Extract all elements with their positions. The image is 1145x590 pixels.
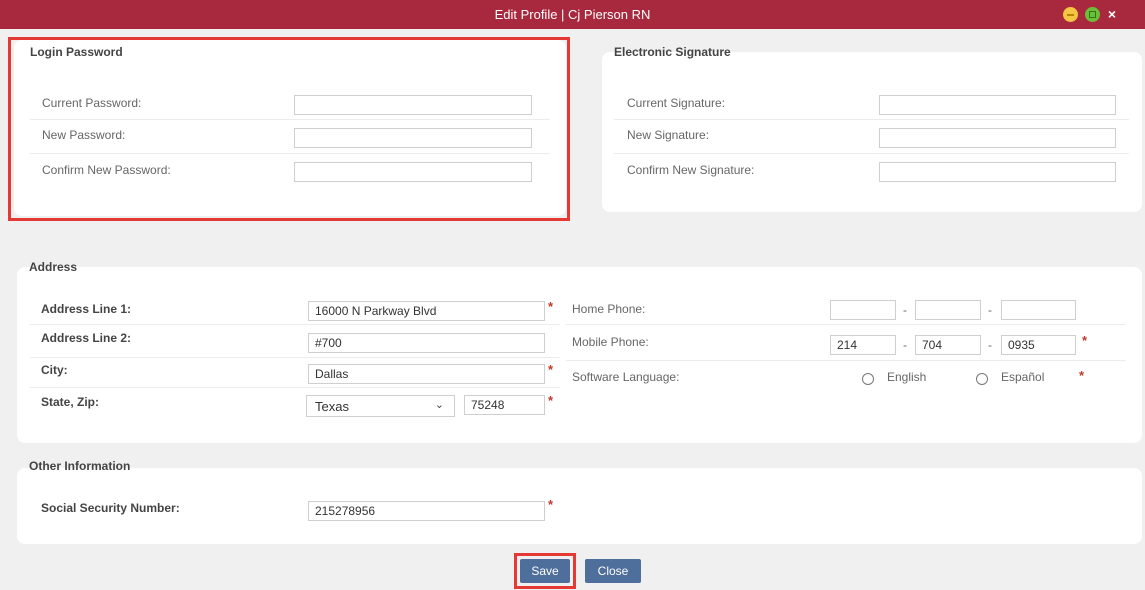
row-divider — [566, 360, 1126, 361]
state-selected-value: Texas — [315, 399, 349, 414]
other-information-panel — [17, 468, 1142, 544]
row-divider — [30, 324, 560, 325]
mobile-phone-label: Mobile Phone: — [572, 335, 649, 349]
row-divider — [566, 324, 1126, 325]
mobile-phone-line-input[interactable] — [1001, 335, 1076, 355]
row-divider — [614, 119, 1129, 120]
address-line1-input[interactable] — [308, 301, 545, 321]
phone-separator: - — [903, 338, 907, 352]
maximize-icon[interactable] — [1085, 7, 1100, 22]
other-information-title: Other Information — [29, 459, 131, 473]
zip-input[interactable] — [464, 395, 545, 415]
required-marker: * — [548, 362, 554, 377]
row-divider — [30, 387, 560, 388]
required-marker: * — [548, 393, 554, 408]
address-title: Address — [29, 260, 78, 274]
current-signature-label: Current Signature: — [627, 96, 726, 110]
espanol-option-label: Español — [1001, 370, 1045, 384]
phone-separator: - — [988, 303, 992, 317]
new-signature-input[interactable] — [879, 128, 1116, 148]
confirm-new-signature-input[interactable] — [879, 162, 1116, 182]
phone-separator: - — [988, 338, 992, 352]
home-phone-area-input[interactable] — [830, 300, 896, 320]
chevron-down-icon: ⌄ — [434, 399, 444, 411]
home-phone-label: Home Phone: — [572, 302, 646, 316]
required-marker: * — [548, 497, 554, 512]
required-marker: * — [548, 299, 554, 314]
state-select[interactable]: Texas ⌄ — [306, 395, 455, 417]
address-panel — [17, 267, 1142, 443]
city-input[interactable] — [308, 364, 545, 384]
english-radio[interactable] — [862, 373, 874, 385]
close-button[interactable]: Close — [585, 559, 641, 583]
state-zip-label: State, Zip: — [41, 395, 100, 409]
mobile-phone-prefix-input[interactable] — [915, 335, 981, 355]
close-icon[interactable]: × — [1104, 5, 1120, 23]
required-marker: * — [1082, 333, 1088, 348]
current-signature-input[interactable] — [879, 95, 1116, 115]
mobile-phone-area-input[interactable] — [830, 335, 896, 355]
row-divider — [614, 153, 1129, 154]
software-language-label: Software Language: — [572, 370, 680, 384]
window-title: Edit Profile | Cj Pierson RN — [494, 7, 651, 22]
login-password-highlight — [8, 37, 570, 221]
new-signature-label: New Signature: — [627, 128, 710, 142]
city-label: City: — [41, 363, 68, 377]
home-phone-line-input[interactable] — [1001, 300, 1076, 320]
confirm-new-signature-label: Confirm New Signature: — [627, 163, 755, 177]
minimize-icon[interactable] — [1063, 7, 1078, 22]
english-option-label: English — [887, 370, 927, 384]
address-line2-label: Address Line 2: — [41, 331, 132, 345]
ssn-label: Social Security Number: — [41, 501, 180, 515]
ssn-input[interactable] — [308, 501, 545, 521]
row-divider — [30, 357, 560, 358]
phone-separator: - — [903, 303, 907, 317]
required-marker: * — [1079, 368, 1085, 383]
espanol-radio[interactable] — [976, 373, 988, 385]
home-phone-prefix-input[interactable] — [915, 300, 981, 320]
electronic-signature-title: Electronic Signature — [614, 45, 731, 59]
address-line2-input[interactable] — [308, 333, 545, 353]
address-line1-label: Address Line 1: — [41, 302, 132, 316]
save-button-highlight — [514, 553, 576, 589]
window-titlebar: Edit Profile | Cj Pierson RN — [0, 0, 1145, 29]
